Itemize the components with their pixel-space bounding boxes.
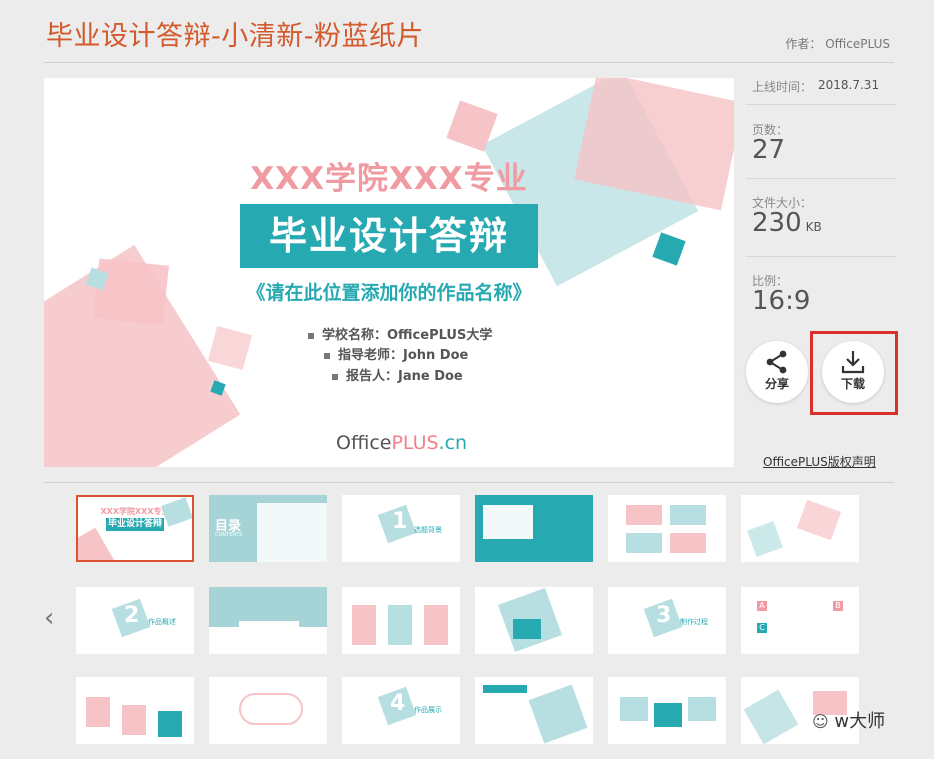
size-value: 230 KB <box>752 208 822 238</box>
slide-subtitle: 《请在此位置添加你的作品名称》 <box>246 282 532 304</box>
slide-heading: XXX学院XXX专业 <box>250 161 528 197</box>
wechat-icon: ☺ <box>812 712 829 731</box>
pages-value: 27 <box>752 135 786 165</box>
brand-office: Office <box>336 432 392 454</box>
thumbnail-divider <box>44 482 894 483</box>
slide-reporter-line: 报告人：Jane Doe <box>332 365 463 384</box>
slide-reporter: 报告人：Jane Doe <box>346 369 463 384</box>
thumb-bar <box>388 605 412 645</box>
thumb-deco <box>743 689 799 744</box>
slide-brand-logo: OfficePLUS.cn <box>336 432 467 454</box>
thumb-box <box>626 533 662 553</box>
thumb-box <box>688 697 716 721</box>
thumb-deco <box>747 521 783 557</box>
thumbnail-slide-9[interactable] <box>342 587 460 654</box>
thumb-number: 1 <box>392 509 408 534</box>
wechat-watermark: ☺ w大师 <box>812 707 885 733</box>
thumbnail-slide-3[interactable]: 1 选题背景 <box>342 495 460 562</box>
bullet-icon <box>332 373 338 380</box>
copyright-link[interactable]: OfficePLUS版权声明 <box>763 453 876 470</box>
size-number: 230 <box>752 208 802 238</box>
page-title: 毕业设计答辩-小清新-粉蓝纸片 <box>46 21 424 52</box>
thumbnail-slide-11[interactable]: 3 制作过程 <box>608 587 726 654</box>
thumbnail-slide-1[interactable]: XXX学院XXX专业 毕业设计答辩 <box>76 495 194 562</box>
thumbnail-slide-15[interactable]: 4 作品展示 <box>342 677 460 744</box>
author-label: 作者： <box>785 37 822 51</box>
slide-advisor-line: 指导老师：John Doe <box>324 344 468 363</box>
thumb-image-box <box>483 505 533 539</box>
thumb-letter-b: B <box>833 601 843 611</box>
thumb-box <box>620 697 648 721</box>
header-divider <box>44 62 894 63</box>
info-divider <box>746 104 896 105</box>
thumbnail-slide-5[interactable] <box>608 495 726 562</box>
thumb-deco <box>78 527 116 560</box>
bullet-icon <box>324 352 330 359</box>
thumb-main-title: 毕业设计答辩 <box>106 518 164 531</box>
info-divider <box>746 256 896 257</box>
thumb-section: 作品概述 <box>148 618 176 626</box>
thumbnail-slide-8[interactable] <box>209 587 327 654</box>
slide-main-title: 毕业设计答辩 <box>240 204 538 268</box>
bullet-icon <box>308 332 314 339</box>
thumb-number: 4 <box>390 691 406 716</box>
thumbnail-slide-4[interactable] <box>475 495 593 562</box>
thumb-letter-c: C <box>757 623 767 633</box>
slide-advisor: 指导老师：John Doe <box>338 348 469 363</box>
thumb-cycle <box>239 693 303 725</box>
thumbnail-slide-6[interactable] <box>741 495 859 562</box>
thumb-section: 作品展示 <box>414 706 442 714</box>
thumb-bar <box>158 711 182 737</box>
thumbnail-slide-10[interactable] <box>475 587 593 654</box>
thumbnail-slide-2[interactable]: 目录 CONTENTS <box>209 495 327 562</box>
size-unit: KB <box>805 220 822 234</box>
thumb-number: 3 <box>656 603 672 628</box>
share-icon <box>766 350 787 374</box>
deco-teal-small <box>652 232 686 266</box>
thumb-number: 2 <box>124 603 140 628</box>
thumb-section: 制作过程 <box>680 618 708 626</box>
thumb-deco <box>161 497 192 527</box>
author-info: 作者： OfficePLUS <box>785 35 890 52</box>
info-divider <box>746 178 896 179</box>
thumb-box <box>670 505 706 525</box>
thumb-box <box>513 619 541 639</box>
watermark-text: w大师 <box>834 711 886 732</box>
slide-preview[interactable]: XXX学院XXX专业 毕业设计答辩 《请在此位置添加你的作品名称》 学校名称：O… <box>44 78 734 467</box>
thumb-bar <box>122 705 146 735</box>
thumbnail-slide-12[interactable]: A B C <box>741 587 859 654</box>
brand-plus: PLUS <box>391 432 439 454</box>
deco-pink-tiny <box>207 325 253 371</box>
brand-cn: .cn <box>438 432 468 454</box>
thumb-title-bar <box>483 685 527 693</box>
online-label: 上线时间： <box>752 80 813 94</box>
ratio-value: 16:9 <box>752 286 811 316</box>
slide-school-line: 学校名称：OfficePLUS大学 <box>308 324 492 343</box>
prev-arrow[interactable]: ‹ <box>44 603 54 633</box>
author-name[interactable]: OfficePLUS <box>825 37 890 51</box>
slide-school: 学校名称：OfficePLUS大学 <box>322 328 493 343</box>
download-highlight-box <box>810 331 898 415</box>
thumb-bar <box>352 605 376 645</box>
thumb-section: 选题背景 <box>414 526 442 534</box>
thumb-box <box>239 621 299 641</box>
thumbnail-slide-13[interactable] <box>76 677 194 744</box>
share-button[interactable]: 分享 <box>746 341 808 403</box>
share-label: 分享 <box>764 377 789 391</box>
thumb-toc-panel <box>257 503 327 562</box>
thumb-deco <box>796 499 842 541</box>
thumb-deco <box>528 684 588 744</box>
thumb-bar <box>86 697 110 727</box>
thumb-box <box>654 703 682 727</box>
thumb-toc-sub: CONTENTS <box>215 532 243 538</box>
thumb-letter-a: A <box>757 601 767 611</box>
online-value: 2018.7.31 <box>818 78 880 92</box>
thumb-box <box>670 533 706 553</box>
thumbnail-slide-17[interactable] <box>608 677 726 744</box>
thumb-bar <box>424 605 448 645</box>
thumb-box <box>626 505 662 525</box>
thumbnail-slide-16[interactable] <box>475 677 593 744</box>
thumbnail-slide-14[interactable] <box>209 677 327 744</box>
thumbnail-slide-7[interactable]: 2 作品概述 <box>76 587 194 654</box>
